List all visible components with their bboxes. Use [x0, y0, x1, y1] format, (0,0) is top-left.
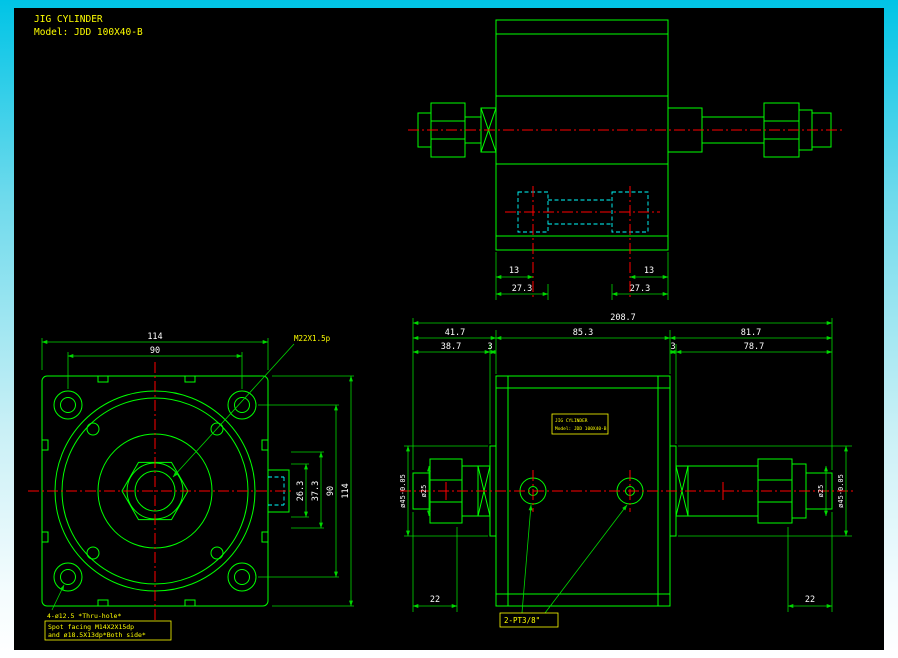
front-view: 114 90 M22X1.5p: [28, 332, 354, 640]
nameplate-line1: JIG CYLINDER: [555, 418, 588, 424]
front-view-top-dimensions: 114 90: [42, 332, 268, 389]
thread-label: M22X1.5p: [294, 334, 331, 343]
dim-front-37-3: 37.3: [311, 481, 321, 501]
dim-side-81-7: 81.7: [741, 328, 761, 338]
drawing-area: JIG CYLINDER Model: JDD 100X40-B: [14, 8, 884, 650]
top-view-dimensions: 13 27.3 13 27.3: [496, 252, 668, 300]
dim-top-right-27-3: 27.3: [630, 284, 650, 294]
drawing-title: JIG CYLINDER: [34, 14, 103, 25]
title-block: JIG CYLINDER Model: JDD 100X40-B: [34, 14, 143, 38]
front-view-thread-callout: M22X1.5p: [173, 334, 331, 477]
dim-thread-22-left: 22: [430, 595, 440, 605]
dim-front-height-90: 90: [326, 486, 336, 496]
hole-note-line3: and ø18.5X13dp*Both side*: [48, 631, 146, 639]
front-view-right-dimensions: 26.3 37.3 90 114: [258, 376, 354, 606]
front-view-centerlines: [28, 362, 292, 622]
dim-side-3-right: 3: [670, 342, 675, 352]
dim-rod-dia-right: ø25: [817, 485, 825, 498]
top-view: 13 27.3 13 27.3: [408, 20, 845, 300]
cad-viewport[interactable]: JIG CYLINDER Model: JDD 100X40-B: [14, 8, 884, 650]
dim-side-78-7: 78.7: [744, 342, 764, 352]
dim-side-overall: 208.7: [610, 313, 636, 323]
port-label: 2-PT3/8": [504, 616, 540, 625]
side-view-bottom-dimensions: 22 22: [413, 512, 832, 612]
dim-front-width-90: 90: [150, 346, 160, 356]
hole-note-line1: 4-ø12.5 *Thru-hole*: [47, 612, 121, 620]
dim-top-left-13: 13: [509, 266, 519, 276]
dim-front-height-114: 114: [341, 483, 351, 498]
hole-note-line2: Spot facing M14X2X15dp: [48, 623, 134, 631]
dim-top-right-13: 13: [644, 266, 654, 276]
dim-side-3-left: 3: [487, 342, 492, 352]
dim-boss-dia-left: ø45-0.05: [399, 474, 407, 508]
side-view-nameplate: JIG CYLINDER Model: JDD 100X40-B: [552, 414, 608, 434]
model-number: Model: JDD 100X40-B: [34, 27, 143, 38]
nameplate-line2: Model: JDD 100X40-B: [555, 426, 607, 432]
dim-front-width-114: 114: [147, 332, 162, 342]
side-view-centerlines: [400, 470, 856, 512]
window-frame: JIG CYLINDER Model: JDD 100X40-B: [0, 0, 898, 658]
dim-top-left-27-3: 27.3: [512, 284, 532, 294]
dim-side-41-7: 41.7: [445, 328, 465, 338]
dim-side-38-7: 38.7: [441, 342, 461, 352]
top-view-right-rod: [668, 103, 831, 157]
top-view-centerlines: [408, 130, 845, 298]
front-view-hole-note: 4-ø12.5 *Thru-hole* Spot facing M14X2X15…: [45, 585, 171, 640]
side-view: JIG CYLINDER Model: JDD 100X40-B: [399, 313, 856, 627]
dim-front-26-3: 26.3: [296, 481, 306, 501]
dim-thread-22-right: 22: [805, 595, 815, 605]
side-view-top-dimensions: 208.7 41.7 85.3 81.7 38.7 3 3 78.7: [413, 313, 832, 470]
dim-boss-dia-right: ø45-0.05: [837, 474, 845, 508]
side-view-port-callout: 2-PT3/8": [500, 505, 627, 627]
top-view-body: [496, 20, 668, 250]
dim-rod-dia-left: ø25: [420, 485, 428, 498]
dim-side-85-3: 85.3: [573, 328, 593, 338]
